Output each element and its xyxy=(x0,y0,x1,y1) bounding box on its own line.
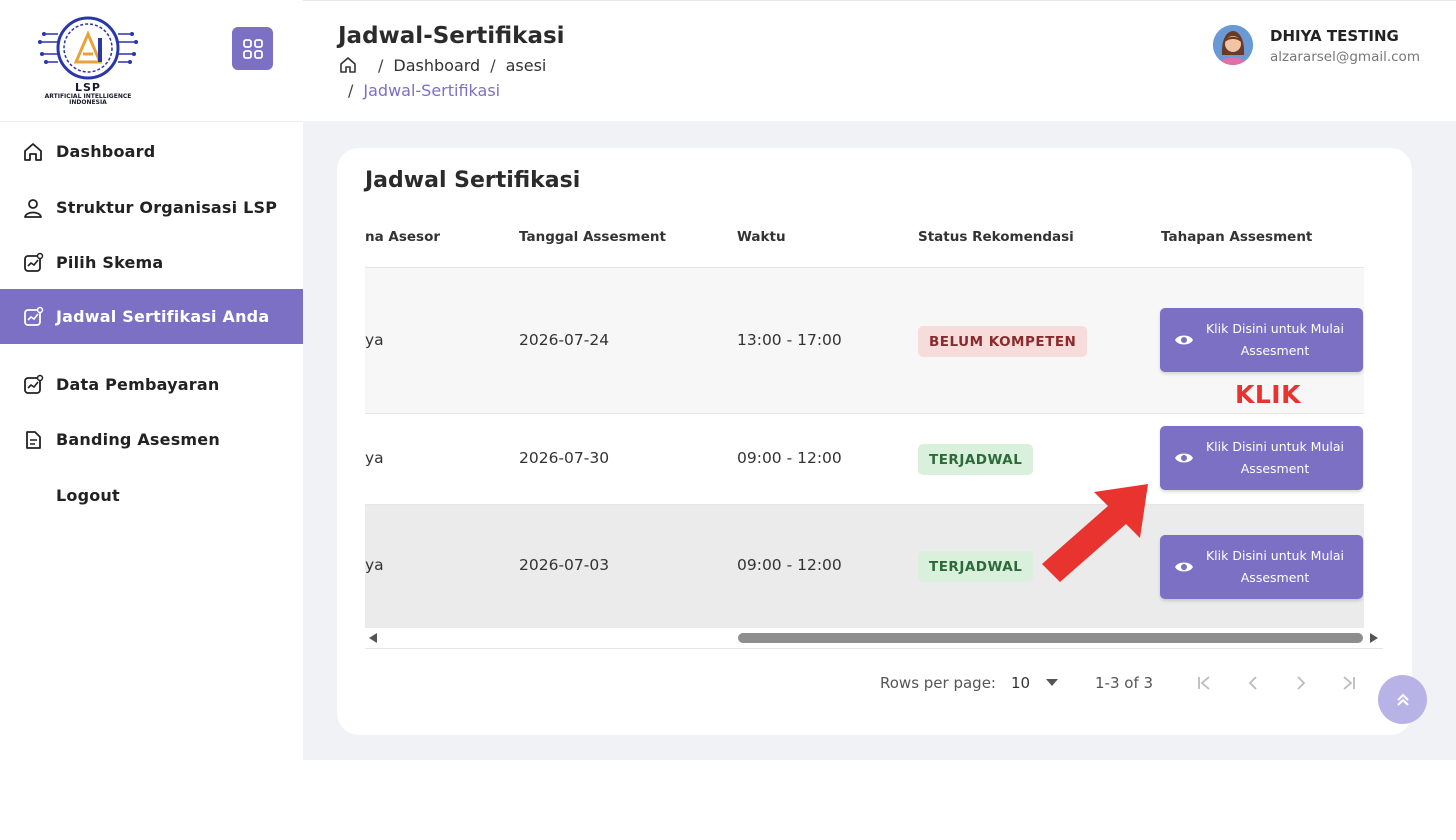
sidebar-item-dashboard[interactable]: Dashboard xyxy=(0,124,303,179)
breadcrumb-current-line: / Jadwal-Sertifikasi xyxy=(348,81,501,100)
pagination-range: 1-3 of 3 xyxy=(1095,674,1154,692)
table-header: na Asesor Tanggal Assesment Waktu Status… xyxy=(365,218,1364,268)
table-row: ya 2026-07-30 09:00 - 12:00 TERJADWAL Kl… xyxy=(365,414,1364,505)
cell-waktu: 13:00 - 17:00 xyxy=(737,331,842,349)
lsp-logo[interactable]: LSP ARTIFICIAL INTELLIGENCE INDONESIA xyxy=(36,14,140,112)
sidebar-toggle-button[interactable] xyxy=(232,27,273,70)
status-badge: TERJADWAL xyxy=(918,551,1034,582)
cell-asesor: ya xyxy=(365,331,384,349)
breadcrumb-current: Jadwal-Sertifikasi xyxy=(363,81,501,100)
column-header-asesor[interactable]: na Asesor xyxy=(365,229,440,245)
top-header: Jadwal-Sertifikasi / Dashboard / asesi /… xyxy=(303,0,1456,121)
eye-icon xyxy=(1175,453,1193,463)
user-email: alzararsel@gmail.com xyxy=(1270,49,1420,65)
page-title: Jadwal-Sertifikasi xyxy=(338,23,565,49)
sidebar-item-pilih-skema[interactable]: Pilih Skema xyxy=(0,235,303,290)
start-assessment-label: Klik Disini untuk Mulai Assesment xyxy=(1205,439,1344,476)
sidebar-item-label: Struktur Organisasi LSP xyxy=(56,198,278,217)
user-name: DHIYA TESTING xyxy=(1270,27,1399,45)
chevron-down-icon[interactable] xyxy=(1041,672,1063,694)
sidebar-item-logout[interactable]: Logout xyxy=(0,468,303,523)
column-header-status[interactable]: Status Rekomendasi xyxy=(918,229,1074,245)
sidebar-item-struktur-organisasi[interactable]: Struktur Organisasi LSP xyxy=(0,180,303,235)
scroll-to-top-button[interactable] xyxy=(1378,675,1427,724)
start-assessment-button[interactable]: Klik Disini untuk Mulai Assesment xyxy=(1160,535,1363,599)
next-page-icon[interactable] xyxy=(1290,672,1312,694)
sidebar-item-banding-asesmen[interactable]: Banding Asesmen xyxy=(0,412,303,467)
cell-tanggal: 2026-07-30 xyxy=(519,449,610,467)
cell-waktu: 09:00 - 12:00 xyxy=(737,449,842,467)
rows-per-page-label: Rows per page: xyxy=(880,674,996,692)
breadcrumb-asesi[interactable]: asesi xyxy=(506,56,547,75)
cell-asesor: ya xyxy=(365,449,384,467)
sidebar-item-label: Jadwal Sertifikasi Anda xyxy=(56,307,270,326)
column-header-tahapan[interactable]: Tahapan Assesment xyxy=(1161,229,1312,245)
scroll-right-icon[interactable] xyxy=(1370,633,1378,643)
user-icon xyxy=(22,197,44,219)
status-badge: TERJADWAL xyxy=(918,444,1034,475)
sidebar: LSP ARTIFICIAL INTELLIGENCE INDONESIA Da… xyxy=(0,0,303,760)
grid-icon xyxy=(242,38,263,59)
column-header-waktu[interactable]: Waktu xyxy=(737,229,786,245)
cell-tanggal: 2026-07-24 xyxy=(519,331,610,349)
table-row: ya 2026-07-24 13:00 - 17:00 BELUM KOMPET… xyxy=(365,268,1364,414)
scrollbar-thumb[interactable] xyxy=(738,633,1363,643)
schedule-card: Jadwal Sertifikasi na Asesor Tanggal Ass… xyxy=(337,148,1412,735)
breadcrumb-dashboard[interactable]: Dashboard xyxy=(393,56,480,75)
sidebar-item-jadwal-sertifikasi[interactable]: Jadwal Sertifikasi Anda xyxy=(0,289,303,344)
sidebar-item-label: Dashboard xyxy=(56,142,156,161)
cell-asesor: ya xyxy=(365,556,384,574)
cell-tanggal: 2026-07-03 xyxy=(519,556,610,574)
rows-per-page-select[interactable]: 10 xyxy=(1011,674,1030,692)
chart-icon xyxy=(22,252,44,274)
klik-annotation: KLIK xyxy=(1235,380,1301,409)
home-icon[interactable] xyxy=(338,55,358,75)
start-assessment-button[interactable]: Klik Disini untuk Mulai Assesment xyxy=(1160,426,1363,490)
sidebar-item-label: Pilih Skema xyxy=(56,253,164,272)
eye-icon xyxy=(1175,335,1193,345)
start-assessment-button[interactable]: Klik Disini untuk Mulai Assesment xyxy=(1160,308,1363,372)
cell-waktu: 09:00 - 12:00 xyxy=(737,556,842,574)
sidebar-item-label: Banding Asesmen xyxy=(56,430,220,449)
scroll-left-icon[interactable] xyxy=(369,633,377,643)
first-page-icon[interactable] xyxy=(1193,672,1215,694)
logo-subtitle: ARTIFICIAL INTELLIGENCE INDONESIA xyxy=(44,93,132,106)
sidebar-divider xyxy=(0,121,303,122)
breadcrumb: / Dashboard / asesi xyxy=(338,55,546,75)
card-title: Jadwal Sertifikasi xyxy=(365,168,581,193)
home-icon xyxy=(22,141,44,163)
red-arrow-annotation xyxy=(1042,484,1148,582)
sidebar-item-label: Logout xyxy=(56,486,120,505)
last-page-icon[interactable] xyxy=(1338,672,1360,694)
document-icon xyxy=(22,429,44,451)
user-profile[interactable]: DHIYA TESTING alzararsel@gmail.com xyxy=(1213,23,1453,73)
status-badge: BELUM KOMPETEN xyxy=(918,326,1088,357)
previous-page-icon[interactable] xyxy=(1242,672,1264,694)
double-chevron-up-icon xyxy=(1396,693,1409,706)
table-row: ya 2026-07-03 09:00 - 12:00 TERJADWAL Kl… xyxy=(365,505,1364,628)
chart-icon xyxy=(22,374,44,396)
column-header-tanggal[interactable]: Tanggal Assesment xyxy=(519,229,666,245)
sidebar-item-label: Data Pembayaran xyxy=(56,375,220,394)
table-footer-divider xyxy=(365,648,1383,649)
sidebar-item-data-pembayaran[interactable]: Data Pembayaran xyxy=(0,357,303,412)
start-assessment-label: Klik Disini untuk Mulai Assesment xyxy=(1205,548,1344,585)
logo-title: LSP xyxy=(75,81,101,94)
eye-icon xyxy=(1175,562,1193,572)
schedule-table: na Asesor Tanggal Assesment Waktu Status… xyxy=(365,218,1364,628)
horizontal-scrollbar[interactable] xyxy=(365,630,1383,646)
chart-icon xyxy=(22,306,44,328)
start-assessment-label: Klik Disini untuk Mulai Assesment xyxy=(1205,321,1344,358)
avatar[interactable] xyxy=(1213,25,1253,65)
